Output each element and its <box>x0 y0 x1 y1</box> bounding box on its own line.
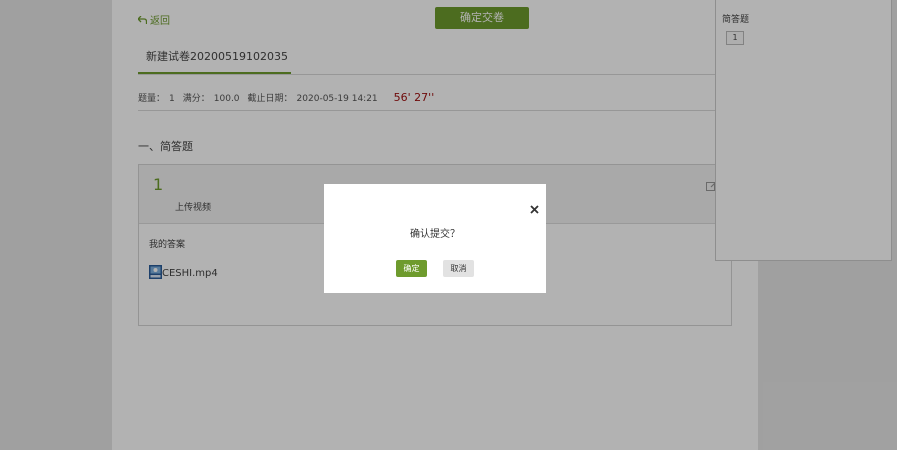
confirm-ok-button[interactable]: 确定 <box>396 260 427 277</box>
confirm-dialog: 确认提交？ 确定 取消 <box>324 184 546 293</box>
dialog-message: 确认提交？ <box>410 229 460 240</box>
close-icon[interactable] <box>530 199 539 218</box>
confirm-cancel-button[interactable]: 取消 <box>443 260 474 277</box>
